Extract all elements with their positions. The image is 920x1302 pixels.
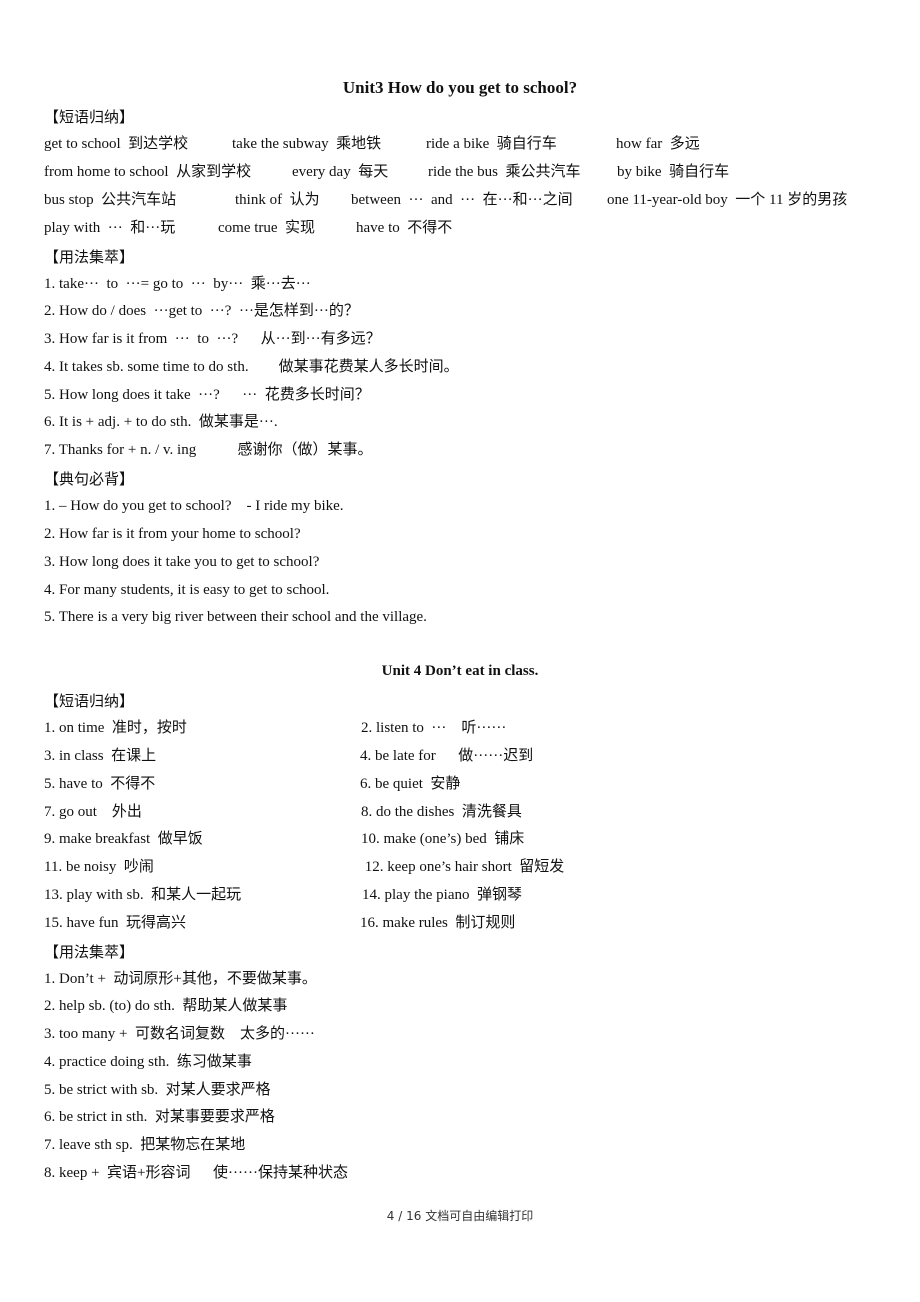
usage-item: 7. leave sth sp. 把某物忘在某地 xyxy=(44,1137,246,1153)
usage-item: 1. Don’t + 动词原形+其他，不要做某事。 xyxy=(44,971,317,987)
sentence-item: 2. How far is it from your home to schoo… xyxy=(44,526,301,542)
phrase: between ··· and ··· 在···和···之间 xyxy=(351,192,573,208)
phrase: come true 实现 xyxy=(218,220,316,236)
phrase: ride a bike 骑自行车 xyxy=(426,136,557,152)
phrase-left: 5. have to 不得不 xyxy=(44,776,156,792)
usage-item: 3. How far is it from ··· to ···? 从···到·… xyxy=(44,331,381,347)
phrase-right: 6. be quiet 安静 xyxy=(360,776,461,792)
phrase-left: 1. on time 准时，按时 xyxy=(44,720,187,736)
phrase: from home to school 从家到学校 xyxy=(44,164,252,180)
sentence-item: 1. – How do you get to school? - I ride … xyxy=(44,498,344,514)
usage-item: 8. keep + 宾语+形容词 使······保持某种状态 xyxy=(44,1165,348,1181)
usage-item: 6. It is + adj. + to do sth. 做某事是···. xyxy=(44,414,278,430)
phrase: bus stop 公共汽车站 xyxy=(44,192,177,208)
phrase: ride the bus 乘公共汽车 xyxy=(428,164,581,180)
usage-item: 2. help sb. (to) do sth. 帮助某人做某事 xyxy=(44,998,288,1014)
usage-item: 3. too many + 可数名词复数 太多的······ xyxy=(44,1026,315,1042)
usage-item: 4. It takes sb. some time to do sth. 做某事… xyxy=(44,359,459,375)
usage-item: 2. How do / does ···get to ···? ···是怎样到·… xyxy=(44,303,359,319)
phrase: take the subway 乘地铁 xyxy=(232,136,382,152)
unit4-phrases-heading: 【短语归纳】 xyxy=(44,694,135,710)
phrase-left: 11. be noisy 吵闹 xyxy=(44,859,154,875)
phrase-right: 12. keep one’s hair short 留短发 xyxy=(361,859,565,875)
phrase-right: 14. play the piano 弹钢琴 xyxy=(362,887,522,903)
phrase: get to school 到达学校 xyxy=(44,136,189,152)
phrase-right: 2. listen to ··· 听······ xyxy=(361,720,507,736)
phrase: how far 多远 xyxy=(616,136,700,152)
phrase-left: 9. make breakfast 做早饭 xyxy=(44,831,203,847)
phrase-left: 7. go out 外出 xyxy=(44,804,142,820)
unit3-sentences-heading: 【典句必背】 xyxy=(44,472,135,488)
phrase-right: 8. do the dishes 清洗餐具 xyxy=(361,804,522,820)
unit3-phrases-heading: 【短语归纳】 xyxy=(44,110,135,126)
sentence-item: 3. How long does it take you to get to s… xyxy=(44,554,320,570)
phrase: one 11-year-old boy 一个 11 岁的男孩 xyxy=(607,192,848,208)
phrase: think of 认为 xyxy=(235,192,320,208)
phrase: by bike 骑自行车 xyxy=(617,164,730,180)
usage-item: 5. be strict with sb. 对某人要求严格 xyxy=(44,1082,271,1098)
phrase: every day 每天 xyxy=(292,164,389,180)
phrase: have to 不得不 xyxy=(356,220,453,236)
phrase-left: 3. in class 在课上 xyxy=(44,748,157,764)
unit4-usage-heading: 【用法集萃】 xyxy=(44,945,135,961)
usage-item: 4. practice doing sth. 练习做某事 xyxy=(44,1054,252,1070)
phrase-right: 10. make (one’s) bed 铺床 xyxy=(361,831,525,847)
usage-item: 6. be strict in sth. 对某事要要求严格 xyxy=(44,1109,275,1125)
unit3-title: Unit3 How do you get to school? xyxy=(342,78,578,97)
phrase-left: 15. have fun 玩得高兴 xyxy=(44,915,187,931)
usage-item: 7. Thanks for + n. / v. ing 感谢你（做）某事。 xyxy=(44,442,373,458)
usage-item: 5. How long does it take ···? ··· 花费多长时间… xyxy=(44,387,370,403)
phrase-right: 16. make rules 制订规则 xyxy=(360,915,516,931)
document-page: Unit3 How do you get to school? 【短语归纳】 g… xyxy=(0,0,920,1302)
usage-item: 1. take··· to ···= go to ··· by··· 乘···去… xyxy=(44,276,311,292)
phrase-right: 4. be late for 做······迟到 xyxy=(360,748,534,764)
phrase: play with ··· 和···玩 xyxy=(44,220,176,236)
sentence-item: 4. For many students, it is easy to get … xyxy=(44,582,330,598)
page-footer: 4 / 16 文档可自由编辑打印 xyxy=(386,1209,534,1223)
sentence-item: 5. There is a very big river between the… xyxy=(44,609,427,625)
unit3-usage-heading: 【用法集萃】 xyxy=(44,250,135,266)
phrase-left: 13. play with sb. 和某人一起玩 xyxy=(44,887,242,903)
unit4-title: Unit 4 Don’t eat in class. xyxy=(381,663,539,679)
